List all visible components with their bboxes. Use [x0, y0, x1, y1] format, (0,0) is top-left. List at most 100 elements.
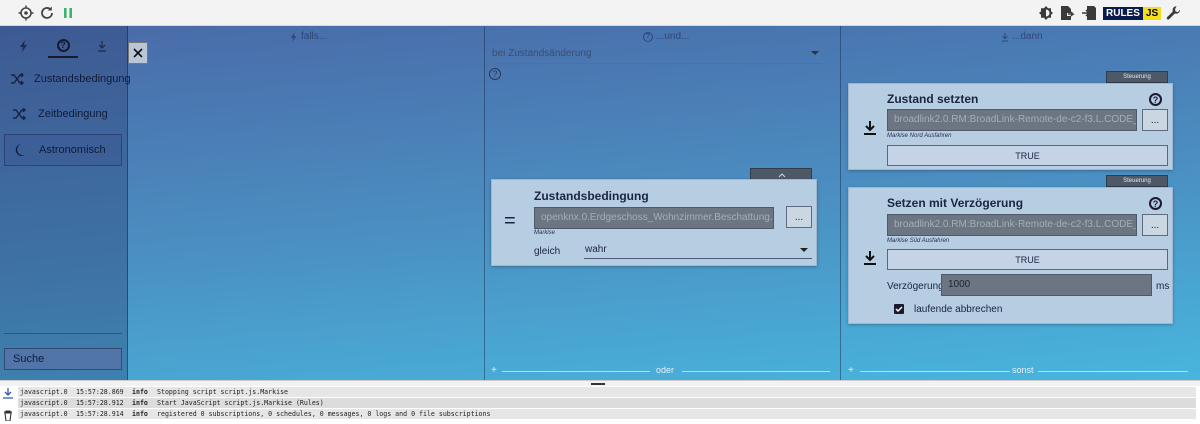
- log-source: javascript.0: [20, 399, 68, 407]
- log-level: info: [132, 388, 148, 396]
- log-source: javascript.0: [20, 388, 68, 396]
- trigger-select-value: bei Zustandsänderung: [492, 48, 592, 59]
- arrow-down-icon: [864, 121, 876, 135]
- column-title: ...und...: [656, 31, 690, 42]
- column-header-und: ? ...und...: [643, 31, 689, 42]
- search-input[interactable]: Suche: [4, 348, 122, 370]
- sidebar-item-zustandsbedingung[interactable]: Zustandsbedingung: [4, 63, 131, 95]
- compare-value-select[interactable]: wahr: [584, 241, 812, 259]
- clear-running-checkbox[interactable]: [894, 304, 904, 314]
- help-icon[interactable]: ?: [1149, 197, 1162, 210]
- divider: [682, 371, 830, 372]
- log-message: registered 0 subscriptions, 0 schedules,…: [157, 410, 491, 418]
- tab-triggers[interactable]: [9, 34, 39, 58]
- arrow-down-icon: [98, 41, 106, 52]
- log-source: javascript.0: [20, 410, 68, 418]
- shuffle-icon: [10, 108, 28, 120]
- sidebar-item-label: Zeitbedingung: [38, 108, 108, 120]
- compare-label: gleich: [534, 246, 561, 257]
- lightning-icon: [20, 40, 27, 52]
- log-message: Stopping script script.js.Markise: [157, 388, 289, 396]
- column-header-dann: ...dann: [1001, 31, 1043, 42]
- object-name: Markise Nord Ausfahren: [887, 133, 952, 139]
- lightning-icon: [290, 31, 297, 42]
- compare-value: wahr: [585, 244, 607, 255]
- select-object-button[interactable]: ...: [1142, 109, 1168, 131]
- checkmark-icon: [895, 306, 903, 313]
- help-icon[interactable]: ?: [489, 68, 501, 80]
- object-name: Markise: [534, 230, 556, 236]
- add-else-button[interactable]: +: [848, 365, 854, 376]
- sidebar-tabs: ?: [0, 34, 128, 60]
- column-title: ...dann: [1012, 31, 1043, 42]
- add-or-button[interactable]: +: [491, 365, 497, 376]
- refresh-icon[interactable]: [39, 5, 55, 21]
- arrow-down-icon: [864, 251, 876, 265]
- steuerung-tag[interactable]: Steuerung: [1106, 175, 1168, 187]
- divider: [1038, 371, 1188, 372]
- log-row: javascript.0 15:57:28.912 info Start Jav…: [18, 398, 1196, 409]
- js-logo-text: JS: [1142, 7, 1162, 20]
- card-title: Zustand setzten: [887, 92, 979, 106]
- help-icon[interactable]: ?: [1149, 93, 1162, 106]
- shuffle-icon: [10, 73, 24, 85]
- tab-actions[interactable]: [87, 34, 117, 58]
- tab-conditions[interactable]: ?: [48, 34, 78, 58]
- import-icon[interactable]: [1081, 5, 1097, 21]
- block-sidebar: ? Zustandsbedingung Zeitbedingung Astron…: [0, 26, 131, 380]
- pause-icon[interactable]: [60, 5, 76, 21]
- object-id-field[interactable]: broadlink2.0.RM:BroadLink-Remote-de-c2-f…: [887, 214, 1137, 236]
- export-icon[interactable]: [1059, 5, 1075, 21]
- column-divider: [840, 26, 841, 380]
- delay-unit: ms: [1156, 281, 1170, 292]
- select-object-button[interactable]: ...: [1142, 214, 1168, 236]
- brightness-icon[interactable]: [1038, 5, 1054, 21]
- chevron-down-icon: [811, 51, 819, 55]
- equals-icon: =: [504, 210, 516, 232]
- log-row: javascript.0 15:57:28.914 info registere…: [18, 409, 1196, 420]
- close-icon: [133, 48, 143, 58]
- divider: [502, 371, 650, 372]
- target-icon[interactable]: [18, 5, 34, 21]
- help-icon: ?: [643, 31, 653, 42]
- close-button[interactable]: [128, 42, 148, 64]
- column-title: falls...: [301, 31, 328, 42]
- action-card-delayed-set: Setzen mit Verzögerung ? broadlink2.0.RM…: [848, 187, 1173, 324]
- steuerung-tag[interactable]: Steuerung: [1106, 71, 1168, 83]
- log-time: 15:57:28.912: [76, 399, 124, 407]
- arrow-down-icon: [1001, 32, 1009, 42]
- card-title: Zustandsbedingung: [534, 189, 649, 203]
- delay-input[interactable]: 1000: [941, 274, 1152, 296]
- select-object-button[interactable]: ...: [786, 206, 812, 228]
- sidebar-item-label: Astronomisch: [39, 144, 106, 156]
- wrench-icon[interactable]: [1166, 5, 1182, 21]
- object-name: Markise Süd Ausfahren: [887, 238, 950, 244]
- delay-label: Verzögerung: [887, 281, 944, 292]
- sidebar-item-astronomisch[interactable]: Astronomisch: [4, 134, 122, 166]
- trash-icon[interactable]: [3, 410, 13, 421]
- log-level: info: [132, 399, 148, 407]
- rules-js-logo: RULES JS: [1103, 7, 1162, 20]
- chevron-up-icon: [778, 173, 786, 178]
- object-id-field[interactable]: openknx.0.Erdgeschoss_Wohnzimmer.Beschat…: [534, 207, 774, 229]
- log-message: Start JavaScript script.js.Markise (Rule…: [157, 399, 324, 407]
- sidebar-divider: [4, 333, 122, 334]
- log-panel: javascript.0 15:57:28.869 info Stopping …: [0, 386, 1200, 424]
- value-field[interactable]: TRUE: [887, 249, 1168, 270]
- else-label: sonst: [1012, 365, 1034, 375]
- object-id-field[interactable]: broadlink2.0.RM:BroadLink-Remote-de-c2-f…: [887, 109, 1137, 131]
- log-time: 15:57:28.914: [76, 410, 124, 418]
- sidebar-item-label: Zustandsbedingung: [34, 73, 131, 85]
- divider: [860, 371, 1010, 372]
- drag-handle-icon[interactable]: [591, 383, 605, 385]
- chevron-down-icon: [800, 248, 808, 252]
- value-field[interactable]: TRUE: [887, 145, 1168, 166]
- condition-card: Zustandsbedingung = openknx.0.Erdgeschos…: [491, 179, 817, 266]
- sidebar-item-zeitbedingung[interactable]: Zeitbedingung: [4, 98, 122, 130]
- help-icon: ?: [56, 38, 70, 52]
- scroll-down-icon[interactable]: [3, 388, 13, 399]
- log-time: 15:57:28.869: [76, 388, 124, 396]
- trigger-select[interactable]: bei Zustandsänderung: [492, 46, 822, 64]
- or-label: oder: [656, 365, 675, 375]
- rule-editor: ? Zustandsbedingung Zeitbedingung Astron…: [0, 26, 1200, 380]
